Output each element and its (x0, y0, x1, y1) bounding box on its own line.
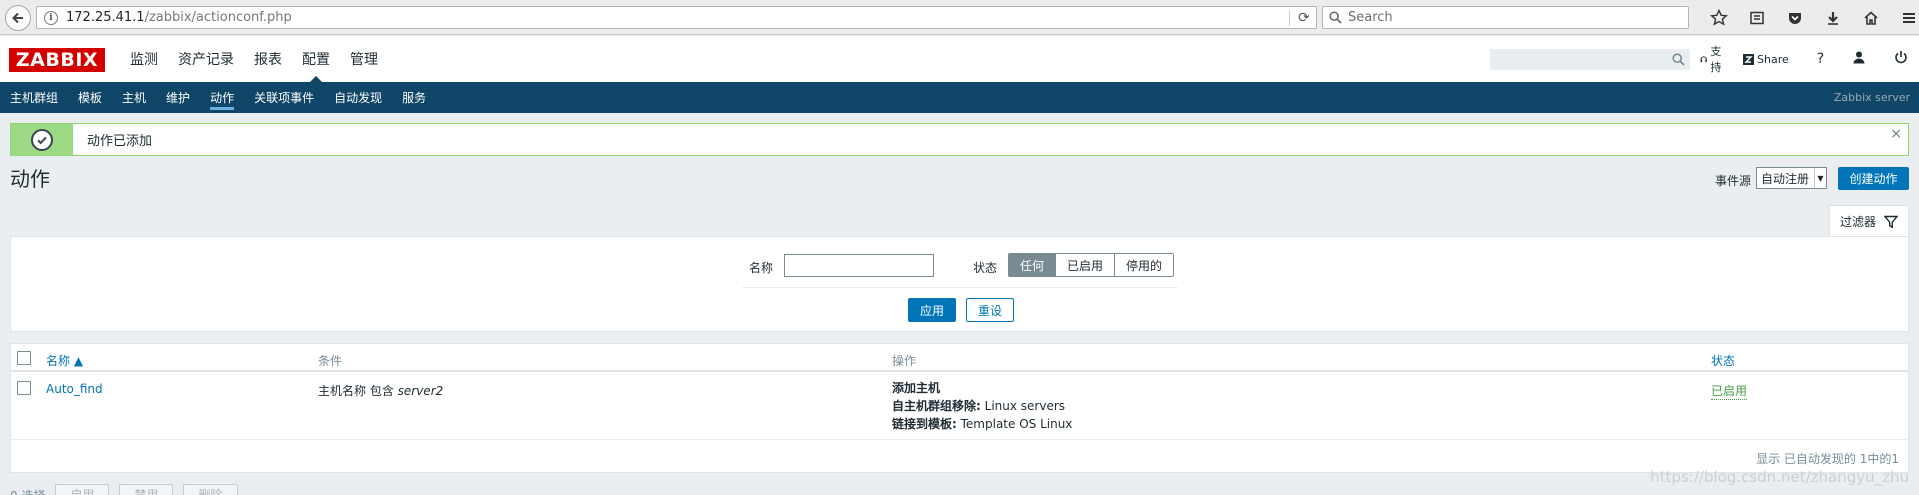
actions-table: 名称 ▲ 条件 操作 状态 Auto_find 主机名称 包含 server2 … (10, 343, 1909, 473)
action-operations: 添加主机 自主机群组移除: Linux servers 链接到模板: Templ… (892, 381, 1073, 431)
help-icon[interactable]: ? (1817, 51, 1824, 67)
event-source-label: 事件源 (1715, 174, 1752, 188)
sub-menu-items: 主机群组 模板 主机 维护 动作 关联项事件 自动发现 服务 (0, 82, 436, 113)
filter-panel: 名称 状态 任何 已启用 停用的 应用 重设 (10, 236, 1909, 332)
close-icon[interactable]: × (1890, 126, 1902, 142)
sub-menu-maintenance[interactable]: 维护 (156, 82, 200, 113)
main-menu-reports[interactable]: 报表 (244, 36, 292, 82)
browser-search-input[interactable]: Search (1322, 6, 1689, 29)
sub-menu-correlation[interactable]: 关联项事件 (244, 82, 324, 113)
bulk-enable-button[interactable]: 启用 (55, 484, 110, 495)
sub-menu: 主机群组 模板 主机 维护 动作 关联项事件 自动发现 服务 Zabbix se… (0, 82, 1919, 113)
success-message: 动作已添加 × (10, 123, 1909, 156)
header-links: 支持 Share ? (1700, 36, 1919, 82)
column-status-sort[interactable]: 状态 (1711, 352, 1735, 369)
sub-menu-templates[interactable]: 模板 (68, 82, 112, 113)
funnel-filter-icon (1884, 215, 1899, 228)
status-option-disabled[interactable]: 停用的 (1114, 254, 1174, 276)
main-menu: 监测 资产记录 报表 配置 管理 (120, 36, 388, 82)
table-header: 名称 ▲ 条件 操作 状态 (11, 344, 1908, 372)
table-row: Auto_find 主机名称 包含 server2 添加主机 自主机群组移除: … (11, 374, 1908, 440)
logout-power-icon[interactable] (1894, 50, 1908, 68)
support-link[interactable]: 支持 (1700, 43, 1725, 75)
zabbix-logo[interactable]: ZABBIX (9, 48, 105, 72)
action-condition: 主机名称 包含 server2 (318, 384, 444, 398)
page-title: 动作 (10, 167, 50, 191)
browser-toolbar: i 172.25.41.1/zabbix/actionconf.php ⟳ Se… (0, 0, 1919, 35)
main-menu-inventory[interactable]: 资产记录 (168, 36, 244, 82)
bulk-disable-button[interactable]: 禁用 (119, 484, 174, 495)
sub-menu-discovery[interactable]: 自动发现 (324, 82, 392, 113)
column-conditions: 条件 (318, 354, 343, 368)
user-profile-icon[interactable] (1852, 50, 1866, 68)
share-link[interactable]: Share (1743, 53, 1789, 66)
select-all-checkbox[interactable] (17, 351, 31, 365)
filter-reset-button[interactable]: 重设 (966, 298, 1014, 322)
back-button[interactable] (5, 5, 31, 31)
selected-count: 0 选择 (10, 487, 45, 495)
main-menu-administration[interactable]: 管理 (340, 36, 388, 82)
main-menu-monitoring[interactable]: 监测 (120, 36, 168, 82)
main-menu-configuration[interactable]: 配置 (292, 36, 340, 82)
column-operations: 操作 (892, 354, 917, 368)
home-icon[interactable] (1852, 6, 1890, 30)
top-header: ZABBIX 监测 资产记录 报表 配置 管理 支持 Share ? (0, 36, 1919, 82)
info-icon[interactable]: i (44, 10, 58, 25)
headset-icon (1700, 55, 1707, 62)
download-icon[interactable] (1814, 6, 1852, 30)
sub-menu-actions[interactable]: 动作 (200, 82, 244, 113)
success-message-text: 动作已添加 (87, 134, 153, 149)
filter-tab[interactable]: 过滤器 (1829, 205, 1909, 237)
search-icon[interactable] (1672, 53, 1685, 66)
search-icon (1329, 11, 1342, 24)
sub-menu-hosts[interactable]: 主机 (112, 82, 156, 113)
filter-divider (742, 287, 1178, 288)
table-footer-count: 显示 已自动发现的 1中的1 (1756, 452, 1899, 466)
sub-menu-host-groups[interactable]: 主机群组 (0, 82, 68, 113)
address-bar[interactable]: i 172.25.41.1/zabbix/actionconf.php ⟳ (36, 6, 1317, 29)
server-name: Zabbix server (1833, 91, 1910, 104)
sub-menu-services[interactable]: 服务 (392, 82, 436, 113)
hamburger-menu-icon[interactable] (1890, 6, 1919, 30)
status-badge[interactable]: 已启用 (1711, 382, 1748, 400)
row-checkbox[interactable] (17, 381, 31, 395)
search-placeholder: Search (1348, 10, 1393, 25)
filter-apply-button[interactable]: 应用 (908, 298, 956, 322)
filter-status-label: 状态 (973, 261, 998, 275)
global-search-input[interactable] (1490, 49, 1690, 70)
column-name-sort[interactable]: 名称 ▲ (46, 352, 83, 369)
reading-list-icon[interactable] (1738, 6, 1776, 30)
arrow-left-icon (12, 12, 23, 24)
success-message-icon-area (11, 124, 73, 155)
filter-name-label: 名称 (749, 261, 774, 275)
url-separator (1289, 10, 1290, 26)
share-z-icon (1743, 53, 1754, 65)
watermark-text: https://blog.csdn.net/zhangyu_zhu (1650, 468, 1909, 486)
filter-name-input[interactable] (784, 254, 934, 277)
status-option-any[interactable]: 任何 (1009, 254, 1056, 276)
event-source-select[interactable]: 自动注册 ▼ (1756, 167, 1827, 189)
chevron-down-icon: ▼ (1814, 168, 1826, 188)
url-text: 172.25.41.1/zabbix/actionconf.php (66, 10, 292, 25)
action-name-link[interactable]: Auto_find (46, 382, 103, 396)
pocket-icon[interactable] (1776, 6, 1814, 30)
filter-status-segmented: 任何 已启用 停用的 (1008, 253, 1175, 277)
reload-icon[interactable]: ⟳ (1296, 10, 1312, 26)
checkmark-icon (31, 128, 53, 151)
browser-icons (1700, 6, 1919, 30)
bulk-delete-button[interactable]: 删除 (183, 484, 238, 495)
bookmark-star-icon[interactable] (1700, 6, 1738, 30)
create-action-button[interactable]: 创建动作 (1838, 167, 1909, 190)
bulk-action-bar: 0 选择 启用 禁用 删除 (10, 484, 248, 495)
status-option-enabled[interactable]: 已启用 (1055, 254, 1115, 276)
